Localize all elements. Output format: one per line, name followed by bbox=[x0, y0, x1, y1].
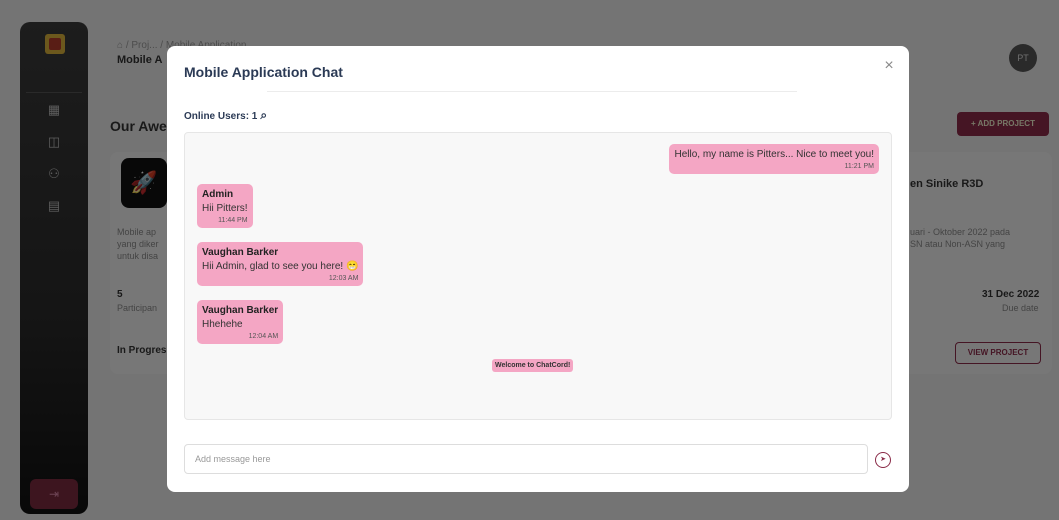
search-icon[interactable]: ⌕ bbox=[260, 108, 267, 122]
chat-messages[interactable]: Hello, my name is Pitters... Nice to mee… bbox=[184, 132, 892, 420]
welcome-badge: Welcome to ChatCord! bbox=[492, 359, 574, 372]
message-bubble: Vaughan Barker Hii Admin, glad to see yo… bbox=[197, 242, 364, 286]
message-author: Vaughan Barker bbox=[202, 247, 279, 258]
message-input[interactable] bbox=[184, 444, 868, 474]
message-time: 11:44 PM bbox=[218, 217, 248, 224]
modal-title: Mobile Application Chat bbox=[184, 64, 343, 80]
online-users: Online Users: 1 ⌕ bbox=[184, 108, 267, 123]
message-author: Admin bbox=[202, 189, 234, 200]
message-text: Hhehehe bbox=[202, 319, 243, 330]
message-time: 11:21 PM bbox=[844, 163, 874, 170]
message-text: Hello, my name is Pitters... Nice to mee… bbox=[674, 149, 874, 160]
message-bubble: Hello, my name is Pitters... Nice to mee… bbox=[669, 144, 879, 174]
message-author: Vaughan Barker bbox=[202, 305, 279, 316]
message-text: Hii Pitters! bbox=[202, 203, 248, 214]
online-users-label: Online Users: 1 bbox=[184, 111, 258, 122]
app-window: ▦ ◫ ⚇ ▤ ⇥ ⌂ / Proj... / Mobile Applicati… bbox=[0, 0, 1059, 520]
close-icon[interactable]: × bbox=[879, 56, 899, 76]
message-bubble: Admin Hii Pitters! 11:44 PM bbox=[197, 184, 253, 228]
send-icon[interactable]: ➤ bbox=[875, 452, 891, 468]
divider bbox=[267, 91, 797, 92]
message-bubble: Vaughan Barker Hhehehe 12:04 AM bbox=[197, 300, 284, 344]
message-text: Hii Admin, glad to see you here! 😁 bbox=[202, 261, 359, 272]
chat-modal: Mobile Application Chat × Online Users: … bbox=[167, 46, 909, 492]
message-time: 12:04 AM bbox=[248, 333, 279, 340]
message-time: 12:03 AM bbox=[328, 275, 359, 282]
